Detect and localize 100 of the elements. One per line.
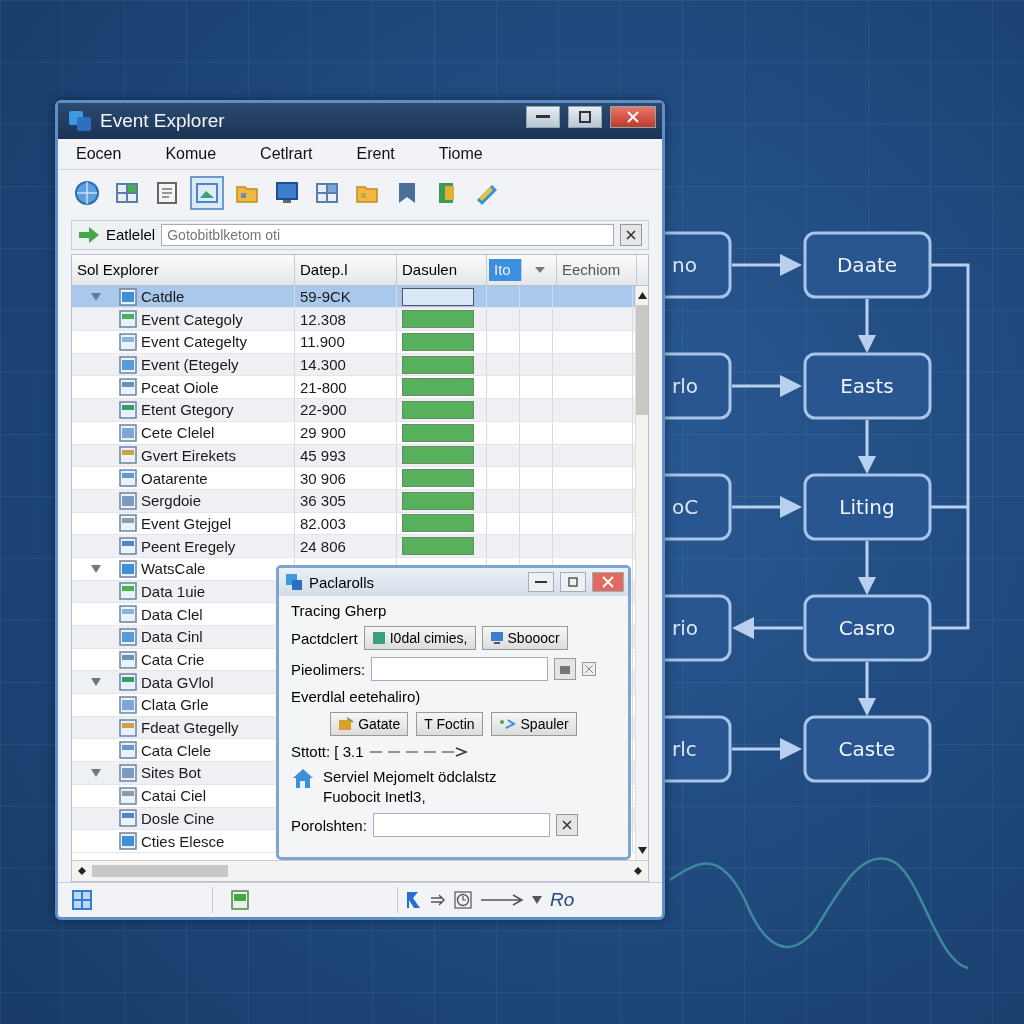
item-name: Pceat Oiole xyxy=(141,378,219,396)
item-name: Data GVlol xyxy=(141,673,214,691)
action-button[interactable]: T Foctin xyxy=(416,712,483,736)
menu-item[interactable]: Tiome xyxy=(438,144,483,163)
filter-field[interactable]: Gotobitblketom oti xyxy=(161,223,614,246)
menu-item[interactable]: Eocen xyxy=(76,144,122,163)
table-row[interactable]: Oatarente 30 906 xyxy=(72,467,635,490)
house-icon xyxy=(291,767,315,789)
status-text: Ro xyxy=(550,889,575,912)
node-label: Liting xyxy=(839,495,895,519)
item-icon xyxy=(119,287,137,306)
item-name: Oatarente xyxy=(141,469,208,487)
item-icon xyxy=(119,741,137,760)
column-header[interactable]: Datep.l xyxy=(295,254,397,285)
table-row[interactable]: Peent Eregely 24 806 xyxy=(72,535,635,558)
item-name: Catdle xyxy=(141,288,185,306)
option-button[interactable]: Sbooocr xyxy=(481,626,568,650)
node-label: rio xyxy=(672,616,698,640)
arrow xyxy=(858,541,876,595)
clock-icon[interactable] xyxy=(454,891,472,910)
table-row[interactable]: Event Categelty 11.900 xyxy=(72,331,635,354)
folder-icon xyxy=(338,717,355,731)
minimize-icon xyxy=(536,114,550,119)
grid-icon[interactable] xyxy=(72,890,92,911)
node-label: Easts xyxy=(840,374,894,398)
option-button[interactable]: I0dal cimies, xyxy=(363,626,476,650)
caret-icon[interactable] xyxy=(532,896,542,905)
menu-item[interactable]: Erent xyxy=(356,144,395,163)
item-value: 29 900 xyxy=(300,424,346,442)
item-name: Sites Bot xyxy=(141,764,202,782)
scroll-right-icon[interactable] xyxy=(634,867,642,876)
close-icon xyxy=(561,820,572,830)
minimize-button[interactable] xyxy=(528,572,554,592)
item-name: Cata Crie xyxy=(141,651,205,669)
restore-button[interactable] xyxy=(568,105,602,128)
expand-arrow-icon[interactable] xyxy=(91,768,101,777)
item-value: 21-800 xyxy=(300,378,347,396)
horizontal-scrollbar[interactable] xyxy=(72,860,648,882)
scale-label: Sttott: [ 3.1 xyxy=(291,743,364,760)
table-row[interactable]: Event (Etegely 14.300 xyxy=(72,353,635,377)
clear-button[interactable] xyxy=(620,223,642,246)
item-icon xyxy=(119,832,137,851)
action-button[interactable]: Gatate xyxy=(330,712,409,736)
note-text: Serviel Mejomelt ödclalstz Fuobocit Inetl3, xyxy=(323,767,497,806)
node-label: Casro xyxy=(838,616,896,640)
scrollbar[interactable] xyxy=(635,285,648,861)
table-row[interactable]: Cete Clelel 29 900 xyxy=(72,421,635,445)
table-row[interactable]: Event Categoly 12.308 xyxy=(72,308,635,332)
action-button[interactable]: Spauler xyxy=(490,712,577,736)
close-icon xyxy=(602,576,614,588)
input-field[interactable] xyxy=(372,813,550,837)
section-label: Everdlal eetehaliro) xyxy=(291,688,422,705)
expand-arrow-icon[interactable] xyxy=(91,678,101,687)
item-icon xyxy=(119,378,137,397)
item-name: Dosle Cine xyxy=(141,809,215,827)
close-button[interactable] xyxy=(610,105,656,128)
item-icon xyxy=(119,491,137,510)
item-value: 30 906 xyxy=(300,469,346,487)
browse-button[interactable] xyxy=(554,658,577,680)
table-row[interactable]: Gvert Eirekets 45 993 xyxy=(72,444,635,468)
item-icon xyxy=(119,650,137,669)
item-name: Data Clel xyxy=(141,605,203,623)
scroll-up-icon[interactable] xyxy=(637,291,647,299)
image-icon[interactable] xyxy=(190,175,224,210)
item-icon xyxy=(119,310,137,329)
table-row[interactable]: Catdle 59-9CK xyxy=(72,285,635,309)
menu-item[interactable]: Komue xyxy=(165,144,217,163)
node-label: oC xyxy=(672,495,699,519)
table-row[interactable]: Etent Gtegory 22-900 xyxy=(72,399,635,422)
column-header[interactable]: Dasulen xyxy=(397,254,487,285)
cursor-icon[interactable] xyxy=(406,891,422,910)
table-row[interactable]: Sergdoie 36 305 xyxy=(72,489,635,513)
scroll-thumb[interactable] xyxy=(636,304,648,415)
menu-item[interactable]: Cetlrart xyxy=(260,144,313,163)
item-name: Data 1uie xyxy=(141,582,206,600)
expand-arrow-icon[interactable] xyxy=(91,292,101,301)
item-icon xyxy=(119,446,137,465)
arrow-icon[interactable] xyxy=(430,894,446,907)
node-label: rlo xyxy=(672,374,698,398)
item-name: Event Categelty xyxy=(141,333,247,351)
column-header[interactable]: Sol Explorer xyxy=(72,254,295,285)
checkbox-icon[interactable] xyxy=(582,662,597,676)
arrow-icon[interactable] xyxy=(480,894,524,907)
arrow xyxy=(858,420,876,474)
expand-arrow-icon[interactable] xyxy=(91,564,101,573)
scroll-down-icon[interactable] xyxy=(637,847,647,855)
clear-button[interactable] xyxy=(555,814,578,836)
minimize-button[interactable] xyxy=(526,105,560,128)
group-heading: Tracing Gherp xyxy=(291,602,388,619)
window-icon[interactable] xyxy=(231,890,249,911)
scroll-left-icon[interactable] xyxy=(78,867,86,876)
item-value: 36 305 xyxy=(300,492,346,510)
column-header[interactable]: Eechiom xyxy=(557,254,637,285)
monitor-icon xyxy=(489,631,504,645)
dropdown-icon[interactable] xyxy=(534,265,546,274)
item-value: 14.300 xyxy=(300,356,346,374)
box-icon xyxy=(559,663,572,675)
input-field[interactable] xyxy=(371,657,549,681)
item-icon xyxy=(119,514,137,533)
restore-icon xyxy=(568,577,578,587)
